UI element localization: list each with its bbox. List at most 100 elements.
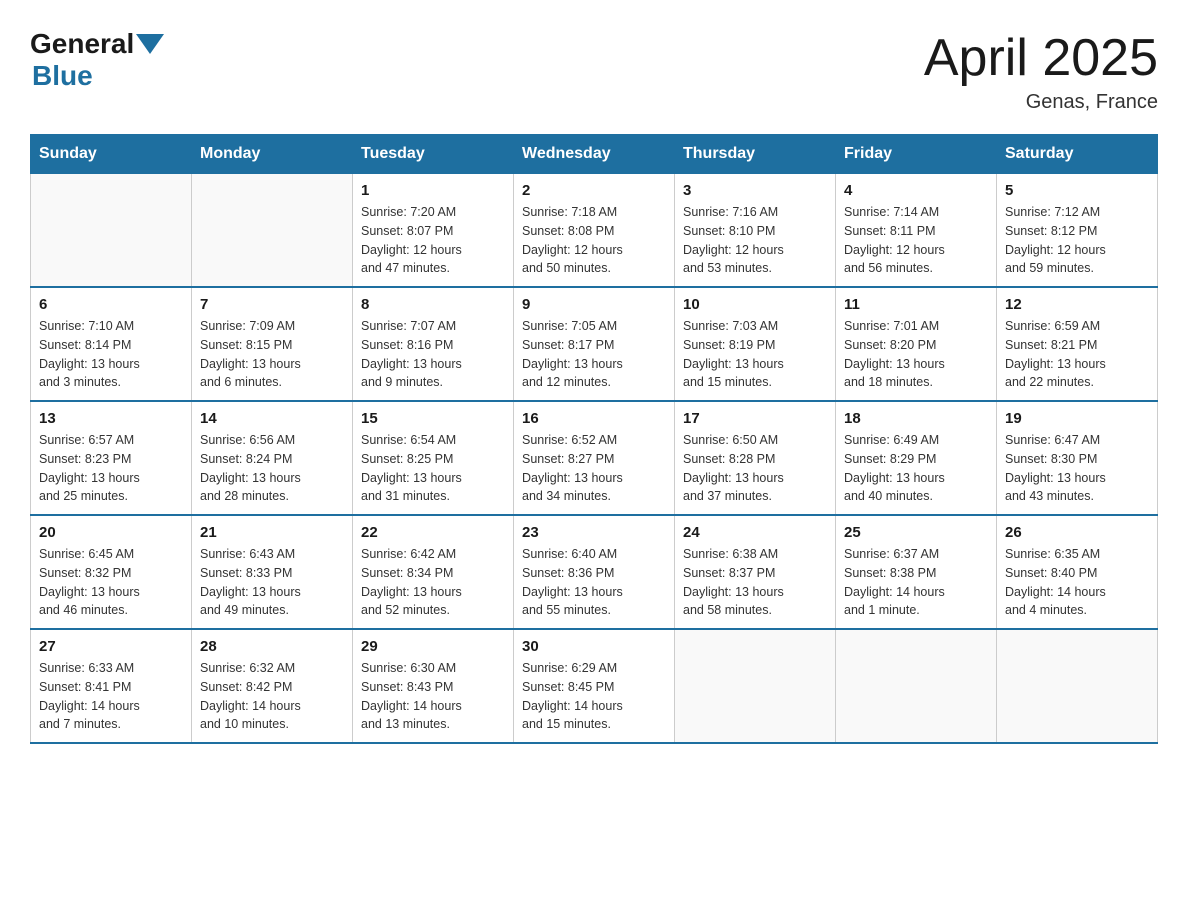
- day-number: 16: [522, 410, 666, 427]
- calendar-cell: 9Sunrise: 7:05 AM Sunset: 8:17 PM Daylig…: [514, 287, 675, 401]
- day-number: 15: [361, 410, 505, 427]
- day-info: Sunrise: 6:52 AM Sunset: 8:27 PM Dayligh…: [522, 431, 666, 506]
- calendar-cell: 25 Sunrise: 6:37 AM Sunset: 8:38 PM Dayli…: [836, 515, 997, 629]
- day-info: Sunrise: 7:05 AM Sunset: 8:17 PM Dayligh…: [522, 317, 666, 392]
- day-number: 23: [522, 524, 666, 541]
- day-info: Sunrise: 6:47 AM Sunset: 8:30 PM Dayligh…: [1005, 431, 1149, 506]
- calendar-cell: 2 Sunrise: 7:18 AM Sunset: 8:08 PM Daylig…: [514, 174, 675, 288]
- day-info: Sunrise: 6:56 AM Sunset: 8:24 PM Dayligh…: [200, 431, 344, 506]
- day-number: 25: [844, 524, 988, 541]
- page-header: General Blue April 2025 Genas, France: [30, 30, 1158, 114]
- day-info: Sunrise: 7:20 AM Sunset: 8:07 PM Dayligh…: [361, 203, 505, 278]
- day-info: Sunrise: 7:09 AM Sunset: 8:15 PM Dayligh…: [200, 317, 344, 392]
- calendar-cell: 8Sunrise: 7:07 AM Sunset: 8:16 PM Daylig…: [353, 287, 514, 401]
- calendar-week-1: 1 Sunrise: 7:20 AM Sunset: 8:07 PM Daylig…: [31, 174, 1158, 288]
- day-number: 30: [522, 638, 666, 655]
- calendar-cell: 19Sunrise: 6:47 AM Sunset: 8:30 PM Dayli…: [997, 401, 1158, 515]
- day-number: 17: [683, 410, 827, 427]
- calendar-cell: 7 Sunrise: 7:09 AM Sunset: 8:15 PM Daylig…: [192, 287, 353, 401]
- calendar-cell: 14 Sunrise: 6:56 AM Sunset: 8:24 PM Dayli…: [192, 401, 353, 515]
- day-number: 26: [1005, 524, 1149, 541]
- weekday-header-tuesday: Tuesday: [353, 135, 514, 174]
- calendar-week-2: 6 Sunrise: 7:10 AM Sunset: 8:14 PM Daylig…: [31, 287, 1158, 401]
- day-number: 24: [683, 524, 827, 541]
- day-number: 3: [683, 182, 827, 199]
- calendar-cell: [192, 174, 353, 288]
- calendar-cell: [997, 629, 1158, 743]
- calendar-cell: 4Sunrise: 7:14 AM Sunset: 8:11 PM Daylig…: [836, 174, 997, 288]
- calendar-cell: 15Sunrise: 6:54 AM Sunset: 8:25 PM Dayli…: [353, 401, 514, 515]
- logo-text: General: [30, 30, 164, 58]
- calendar-cell: 16 Sunrise: 6:52 AM Sunset: 8:27 PM Dayli…: [514, 401, 675, 515]
- day-number: 5: [1005, 182, 1149, 199]
- calendar-cell: 6 Sunrise: 7:10 AM Sunset: 8:14 PM Daylig…: [31, 287, 192, 401]
- day-number: 10: [683, 296, 827, 313]
- day-info: Sunrise: 6:29 AM Sunset: 8:45 PM Dayligh…: [522, 659, 666, 734]
- day-info: Sunrise: 7:01 AM Sunset: 8:20 PM Dayligh…: [844, 317, 988, 392]
- calendar-header: SundayMondayTuesdayWednesdayThursdayFrid…: [31, 135, 1158, 174]
- calendar-cell: 24 Sunrise: 6:38 AM Sunset: 8:37 PM Dayli…: [675, 515, 836, 629]
- day-number: 28: [200, 638, 344, 655]
- day-number: 1: [361, 182, 505, 199]
- day-number: 22: [361, 524, 505, 541]
- day-info: Sunrise: 7:12 AM Sunset: 8:12 PM Dayligh…: [1005, 203, 1149, 278]
- calendar-table: SundayMondayTuesdayWednesdayThursdayFrid…: [30, 134, 1158, 744]
- calendar-cell: 5 Sunrise: 7:12 AM Sunset: 8:12 PM Daylig…: [997, 174, 1158, 288]
- calendar-cell: [31, 174, 192, 288]
- calendar-cell: 22 Sunrise: 6:42 AM Sunset: 8:34 PM Dayli…: [353, 515, 514, 629]
- calendar-cell: 10 Sunrise: 7:03 AM Sunset: 8:19 PM Dayli…: [675, 287, 836, 401]
- day-number: 2: [522, 182, 666, 199]
- weekday-header-thursday: Thursday: [675, 135, 836, 174]
- day-info: Sunrise: 6:32 AM Sunset: 8:42 PM Dayligh…: [200, 659, 344, 734]
- calendar-week-3: 13Sunrise: 6:57 AM Sunset: 8:23 PM Dayli…: [31, 401, 1158, 515]
- weekday-header-row: SundayMondayTuesdayWednesdayThursdayFrid…: [31, 135, 1158, 174]
- day-info: Sunrise: 7:03 AM Sunset: 8:19 PM Dayligh…: [683, 317, 827, 392]
- day-info: Sunrise: 7:14 AM Sunset: 8:11 PM Dayligh…: [844, 203, 988, 278]
- calendar-cell: 1 Sunrise: 7:20 AM Sunset: 8:07 PM Daylig…: [353, 174, 514, 288]
- weekday-header-sunday: Sunday: [31, 135, 192, 174]
- calendar-cell: 26Sunrise: 6:35 AM Sunset: 8:40 PM Dayli…: [997, 515, 1158, 629]
- day-info: Sunrise: 6:50 AM Sunset: 8:28 PM Dayligh…: [683, 431, 827, 506]
- day-number: 12: [1005, 296, 1149, 313]
- calendar-cell: 11 Sunrise: 7:01 AM Sunset: 8:20 PM Dayli…: [836, 287, 997, 401]
- day-info: Sunrise: 6:49 AM Sunset: 8:29 PM Dayligh…: [844, 431, 988, 506]
- calendar-cell: 13Sunrise: 6:57 AM Sunset: 8:23 PM Dayli…: [31, 401, 192, 515]
- day-number: 27: [39, 638, 183, 655]
- day-info: Sunrise: 6:59 AM Sunset: 8:21 PM Dayligh…: [1005, 317, 1149, 392]
- day-info: Sunrise: 7:10 AM Sunset: 8:14 PM Dayligh…: [39, 317, 183, 392]
- calendar-cell: 12 Sunrise: 6:59 AM Sunset: 8:21 PM Dayli…: [997, 287, 1158, 401]
- weekday-header-wednesday: Wednesday: [514, 135, 675, 174]
- calendar-cell: [675, 629, 836, 743]
- day-number: 20: [39, 524, 183, 541]
- day-info: Sunrise: 6:45 AM Sunset: 8:32 PM Dayligh…: [39, 545, 183, 620]
- logo-triangle-icon: [136, 34, 164, 54]
- day-info: Sunrise: 6:43 AM Sunset: 8:33 PM Dayligh…: [200, 545, 344, 620]
- day-info: Sunrise: 7:16 AM Sunset: 8:10 PM Dayligh…: [683, 203, 827, 278]
- day-info: Sunrise: 6:37 AM Sunset: 8:38 PM Dayligh…: [844, 545, 988, 620]
- day-number: 6: [39, 296, 183, 313]
- calendar-body: 1 Sunrise: 7:20 AM Sunset: 8:07 PM Daylig…: [31, 174, 1158, 744]
- month-title: April 2025: [924, 30, 1158, 87]
- calendar-cell: 21 Sunrise: 6:43 AM Sunset: 8:33 PM Dayli…: [192, 515, 353, 629]
- logo-general: General: [30, 30, 134, 58]
- calendar-cell: 3 Sunrise: 7:16 AM Sunset: 8:10 PM Daylig…: [675, 174, 836, 288]
- weekday-header-saturday: Saturday: [997, 135, 1158, 174]
- day-info: Sunrise: 6:42 AM Sunset: 8:34 PM Dayligh…: [361, 545, 505, 620]
- calendar-cell: 18Sunrise: 6:49 AM Sunset: 8:29 PM Dayli…: [836, 401, 997, 515]
- day-info: Sunrise: 6:30 AM Sunset: 8:43 PM Dayligh…: [361, 659, 505, 734]
- day-info: Sunrise: 6:38 AM Sunset: 8:37 PM Dayligh…: [683, 545, 827, 620]
- logo: General Blue: [30, 30, 164, 92]
- day-number: 21: [200, 524, 344, 541]
- weekday-header-monday: Monday: [192, 135, 353, 174]
- calendar-cell: 28 Sunrise: 6:32 AM Sunset: 8:42 PM Dayli…: [192, 629, 353, 743]
- day-info: Sunrise: 7:18 AM Sunset: 8:08 PM Dayligh…: [522, 203, 666, 278]
- calendar-cell: 23 Sunrise: 6:40 AM Sunset: 8:36 PM Dayli…: [514, 515, 675, 629]
- day-number: 14: [200, 410, 344, 427]
- calendar-cell: 20 Sunrise: 6:45 AM Sunset: 8:32 PM Dayli…: [31, 515, 192, 629]
- day-info: Sunrise: 6:40 AM Sunset: 8:36 PM Dayligh…: [522, 545, 666, 620]
- weekday-header-friday: Friday: [836, 135, 997, 174]
- calendar-week-4: 20 Sunrise: 6:45 AM Sunset: 8:32 PM Dayli…: [31, 515, 1158, 629]
- day-number: 7: [200, 296, 344, 313]
- calendar-cell: 17 Sunrise: 6:50 AM Sunset: 8:28 PM Dayli…: [675, 401, 836, 515]
- day-number: 11: [844, 296, 988, 313]
